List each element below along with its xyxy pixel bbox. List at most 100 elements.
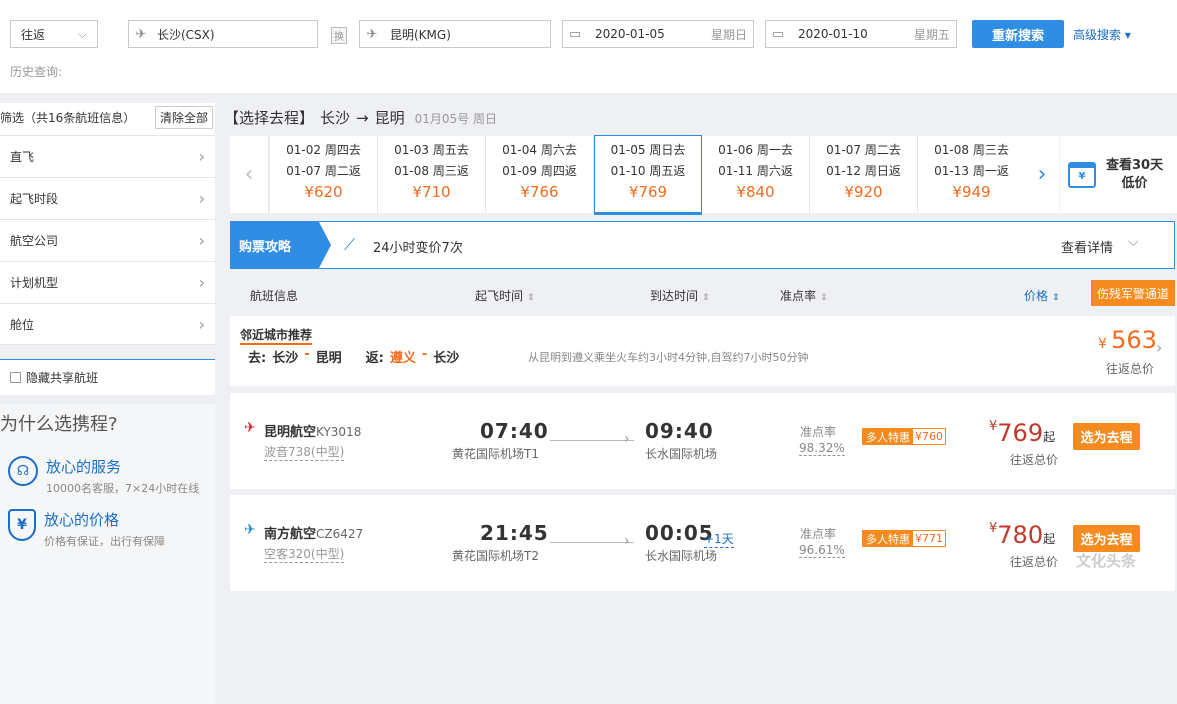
filter-item-label: 航空公司: [10, 234, 59, 248]
from-city-input[interactable]: ✈ 长沙(CSX): [128, 20, 318, 48]
flight-code: KY3018: [316, 425, 362, 439]
calendar-30-line2: 低价: [1121, 175, 1148, 191]
ret-label: 返:: [365, 351, 384, 366]
date-return: 01-08 周三返: [394, 164, 469, 178]
perk-title: 放心的价格: [44, 511, 120, 529]
nearby-note: 从昆明到遵义乘坐火车约3小时4分钟,自驾约7小时50分钟: [528, 351, 809, 364]
depart-time: 07:40: [480, 419, 549, 443]
date-option[interactable]: 01-02 周四去 01-07 周二返 ¥620: [270, 136, 378, 213]
date-next-button[interactable]: ›: [1025, 136, 1059, 213]
return-date-input[interactable]: ▭ 2020-01-10 星期五: [765, 20, 957, 48]
filter-item-cabin[interactable]: 舱位 ›: [0, 303, 215, 345]
return-date-value: 2020-01-10: [798, 27, 868, 41]
col-arrive-sort[interactable]: 到达时间 ⇕: [650, 287, 710, 304]
filter-item-depart-time[interactable]: 起飞时段 ›: [0, 177, 215, 219]
date-option[interactable]: 01-03 周五去 01-08 周三返 ¥710: [378, 136, 486, 213]
clear-all-button[interactable]: 清除全部: [154, 106, 213, 129]
chevron-right-icon: ›: [198, 231, 205, 250]
chevron-left-icon: ‹: [244, 162, 254, 187]
military-channel-button[interactable]: 伤残军警通道: [1091, 280, 1175, 306]
sort-icon: ⇕: [1052, 293, 1060, 303]
ontime-rate[interactable]: 96.61%: [799, 543, 845, 558]
flight-price: 769: [997, 419, 1044, 447]
caret-down-icon: ▾: [1124, 28, 1131, 42]
to-city-input[interactable]: ✈ 昆明(KMG): [359, 20, 551, 48]
calendar-icon: ▭: [568, 26, 582, 42]
col-depart-label: 起飞时间: [475, 289, 524, 303]
group-discount-tag[interactable]: 多人特惠 ¥760: [862, 428, 946, 445]
hide-shared-label: 隐藏共享航班: [26, 371, 99, 385]
nearby-title: 邻近城市推荐: [240, 326, 313, 345]
route-arrow: →: [356, 109, 369, 127]
ticket-guide-bar[interactable]: 购票攻略 ⟋ 24小时变价7次 查看详情 ⌵: [230, 221, 1175, 269]
depart-date-value: 2020-01-05: [595, 27, 665, 41]
filter-item-label: 计划机型: [10, 276, 59, 290]
calendar-30-days-button[interactable]: ¥ 查看30天 低价: [1060, 136, 1177, 213]
to-city-value: 昆明(KMG): [390, 27, 451, 42]
search-button[interactable]: 重新搜索: [972, 20, 1064, 48]
route-date: 01月05号 周日: [414, 112, 497, 126]
calendar-icon: ▭: [771, 26, 785, 42]
plus-day: +1天: [704, 532, 734, 548]
depart-weekday: 星期日: [710, 27, 747, 42]
perk-desc: 10000名客服，7×24小时在线: [46, 482, 200, 495]
date-option[interactable]: 01-04 周六去 01-09 周四返 ¥766: [486, 136, 594, 213]
date-price: ¥766: [520, 183, 559, 201]
ontime-rate[interactable]: 98.32%: [799, 441, 845, 456]
ontime-label: 准点率: [800, 425, 837, 439]
guide-details-link[interactable]: 查看详情: [1061, 237, 1113, 256]
date-option[interactable]: 01-08 周三去 01-13 周一返 ¥949: [918, 136, 1026, 213]
trip-type-select[interactable]: 往返 ⌵: [10, 20, 98, 48]
date-go: 01-06 周一去: [718, 143, 793, 157]
date-option[interactable]: 01-06 周一去 01-11 周六返 ¥840: [702, 136, 810, 213]
col-ontime-label: 准点率: [780, 289, 817, 303]
filter-item-aircraft[interactable]: 计划机型 ›: [0, 261, 215, 303]
date-go: 01-05 周日去: [610, 143, 686, 157]
price-from-suffix: 起: [1043, 532, 1056, 546]
ret-from: 遵义: [389, 351, 416, 366]
nearby-city-card[interactable]: 邻近城市推荐 去: 长沙 - 昆明 返: 遵义 - 长沙 从昆明到遵义乘坐火车约…: [230, 316, 1175, 386]
flight-card: ✈ 昆明航空KY3018 波音738(中型) 07:40 黄花国际机场T1 › 09:40 长…: [230, 393, 1175, 489]
date-option[interactable]: 01-07 周二去 01-12 周日返 ¥920: [810, 136, 918, 213]
swap-button[interactable]: 换: [322, 26, 356, 44]
guide-label: 购票攻略: [231, 222, 319, 268]
hide-shared-toggle[interactable]: 隐藏共享航班: [0, 359, 215, 395]
depart-time: 21:45: [480, 521, 549, 545]
chevron-right-icon: ›: [198, 314, 205, 334]
checkbox[interactable]: [10, 372, 21, 383]
perk-desc: 价格有保证，出行有保障: [44, 535, 165, 548]
sort-icon: ⇕: [820, 293, 828, 303]
date-price: ¥840: [736, 183, 775, 201]
date-option[interactable]: 01-05 周日去 01-10 周五返 ¥769: [594, 135, 702, 215]
filter-item-airline[interactable]: 航空公司 ›: [0, 219, 215, 261]
filter-item-direct[interactable]: 直飞 ›: [0, 135, 215, 177]
col-ontime-sort[interactable]: 准点率 ⇕: [780, 287, 828, 304]
date-go: 01-07 周二去: [826, 143, 901, 157]
route-from: 长沙: [320, 109, 351, 127]
route-to: 昆明: [374, 109, 405, 127]
filter-item-label: 直飞: [10, 150, 35, 164]
flight-price: 780: [997, 521, 1044, 549]
depart-airport: 黄花国际机场T2: [452, 549, 539, 563]
date-price: ¥769: [628, 183, 668, 201]
airline-logo-icon: ✈: [244, 420, 256, 436]
select-outbound-button[interactable]: 选为去程: [1073, 423, 1140, 450]
filter-item-label: 舱位: [10, 317, 35, 332]
select-outbound-button[interactable]: 选为去程: [1073, 525, 1140, 552]
from-city-value: 长沙(CSX): [157, 27, 215, 42]
date-return: 01-13 周一返: [934, 164, 1009, 178]
depart-date-input[interactable]: ▭ 2020-01-05 星期日: [562, 20, 754, 48]
route-line: [550, 440, 634, 441]
aircraft-type[interactable]: 波音738(中型): [264, 443, 345, 461]
chevron-right-icon: ›: [198, 273, 205, 292]
col-depart-sort[interactable]: 起飞时间 ⇕: [475, 287, 535, 304]
dash: -: [421, 347, 428, 362]
group-discount-tag[interactable]: 多人特惠 ¥771: [862, 530, 946, 547]
col-price-sort[interactable]: 价格 ⇕: [1024, 287, 1060, 304]
landing-icon: ✈: [366, 26, 378, 42]
date-prev-button[interactable]: ‹: [230, 136, 269, 213]
sort-icon: ⇕: [702, 293, 710, 303]
advanced-search-link[interactable]: 高级搜索 ▾: [1073, 26, 1131, 43]
aircraft-type[interactable]: 空客320(中型): [264, 545, 345, 563]
date-price: ¥920: [844, 183, 883, 201]
